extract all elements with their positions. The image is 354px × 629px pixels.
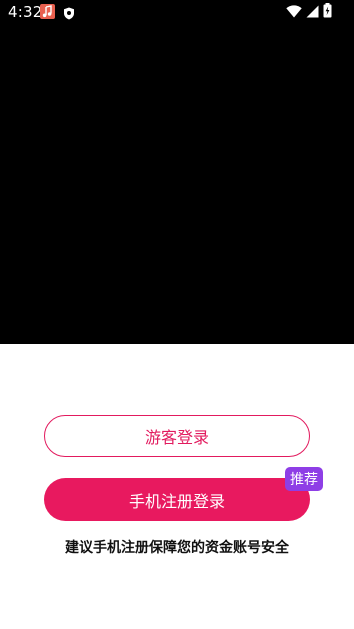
battery-charging-icon: [323, 3, 332, 22]
phone-register-login-button[interactable]: 手机注册登录: [44, 478, 310, 521]
wifi-icon: [286, 3, 302, 22]
shield-notification-icon: [63, 5, 75, 20]
security-hint: 建议手机注册保障您的资金账号安全: [65, 540, 289, 556]
guest-login-button[interactable]: 游客登录: [44, 415, 310, 457]
status-indicators: [286, 3, 332, 22]
video-area: 4:32: [0, 0, 354, 344]
status-bar: 4:32: [0, 0, 354, 24]
signal-icon: [306, 3, 319, 22]
login-screen: 4:32 游客登录 手机注册登录 推荐 建议手机注册保障您的资金账号安全: [0, 0, 354, 629]
music-notification-icon: [40, 4, 55, 19]
recommend-badge: 推荐: [285, 467, 323, 491]
status-time: 4:32: [8, 3, 43, 21]
